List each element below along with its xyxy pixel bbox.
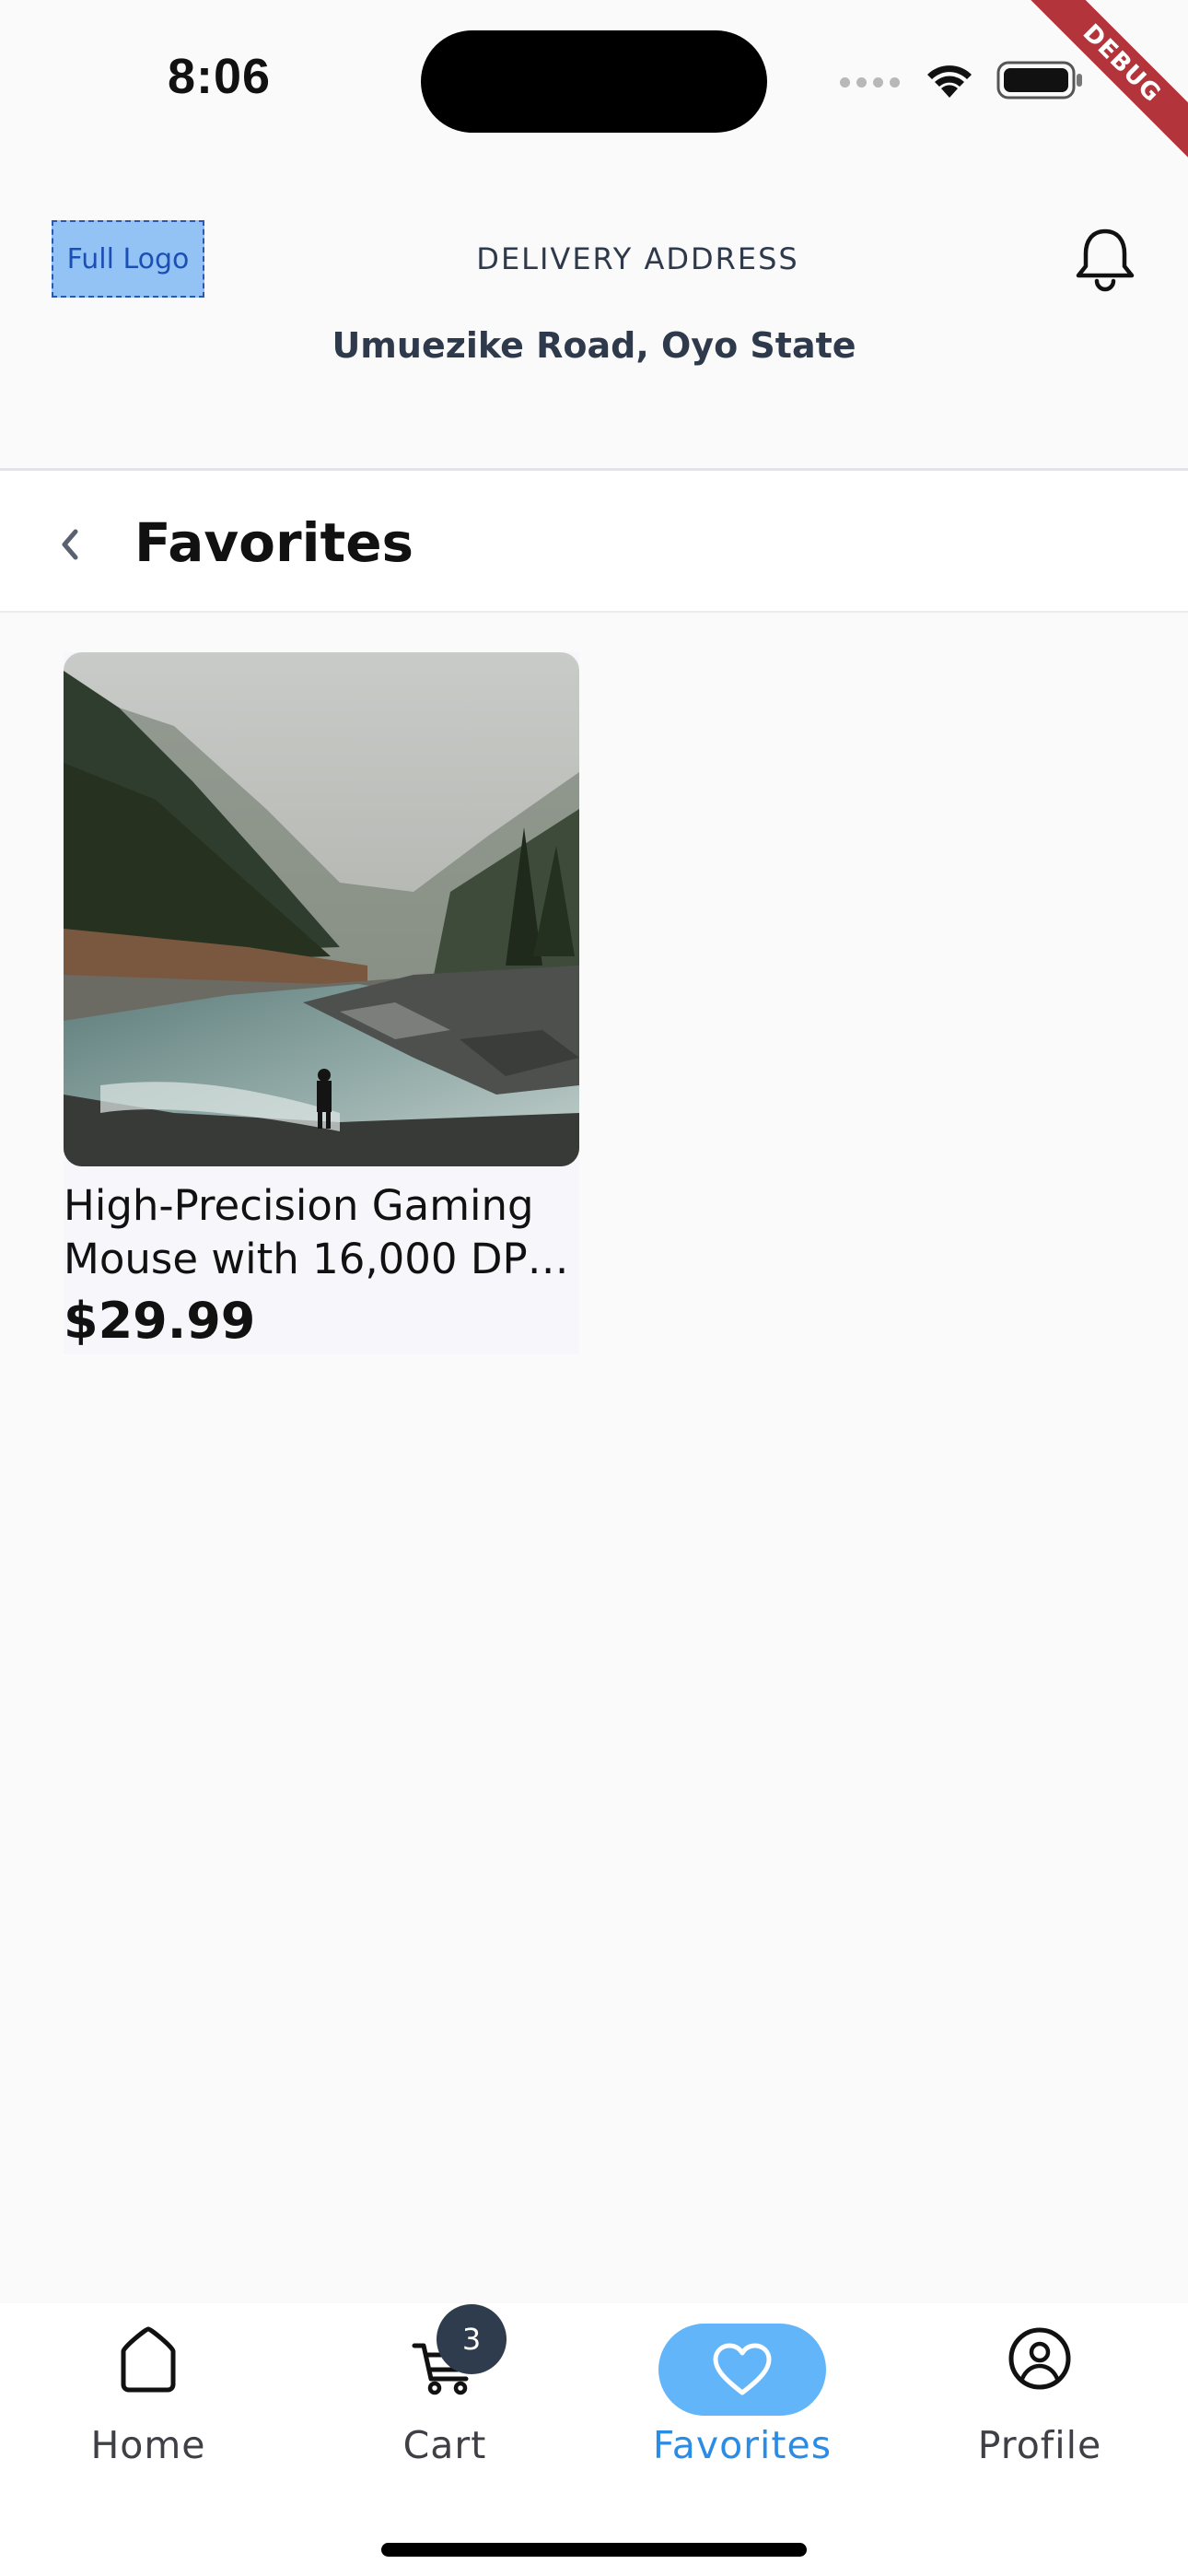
nav-label-home: Home — [90, 2423, 206, 2467]
product-image[interactable] — [64, 652, 579, 1166]
dynamic-island — [421, 30, 767, 133]
delivery-address-label: DELIVERY ADDRESS — [476, 241, 799, 276]
chevron-left-icon — [62, 529, 78, 560]
home-icon — [121, 2326, 176, 2393]
debug-banner-label: DEBUG — [1023, 0, 1188, 162]
active-indicator — [658, 2324, 826, 2416]
bell-icon[interactable] — [1073, 226, 1137, 292]
status-bar: 8:06 — [0, 0, 1188, 157]
nav-label-favorites: Favorites — [652, 2423, 833, 2467]
wifi-icon — [927, 65, 972, 98]
product-name[interactable]: High-Precision Gaming Mouse with 16,000 … — [64, 1179, 579, 1286]
nav-label-cart: Cart — [402, 2423, 487, 2467]
app-header: Full Logo DELIVERY ADDRESS Umuezike Road… — [0, 157, 1188, 468]
favorite-product-card[interactable]: High-Precision Gaming Mouse with 16,000 … — [64, 652, 579, 1354]
page-title: Favorites — [134, 511, 414, 574]
nav-item-favorites[interactable]: Favorites — [594, 2303, 891, 2488]
landscape-photo — [64, 652, 579, 1166]
back-button[interactable] — [48, 517, 94, 572]
home-indicator[interactable] — [381, 2543, 807, 2557]
nav-item-home[interactable]: Home — [0, 2303, 297, 2488]
nav-item-profile[interactable]: Profile — [891, 2303, 1188, 2488]
profile-icon — [1008, 2327, 1071, 2390]
bottom-navigation: Home Cart Favorites Profile — [0, 2303, 1188, 2576]
cart-badge: 3 — [437, 2304, 507, 2374]
debug-banner: DEBUG — [1022, 0, 1188, 166]
nav-label-profile: Profile — [977, 2423, 1102, 2467]
signal-icon — [840, 77, 900, 88]
delivery-address-value[interactable]: Umuezike Road, Oyo State — [0, 325, 1188, 366]
product-price: $29.99 — [64, 1292, 256, 1350]
page-title-bar: Favorites — [0, 471, 1188, 613]
status-time: 8:06 — [168, 49, 272, 104]
heart-icon — [713, 2343, 772, 2395]
